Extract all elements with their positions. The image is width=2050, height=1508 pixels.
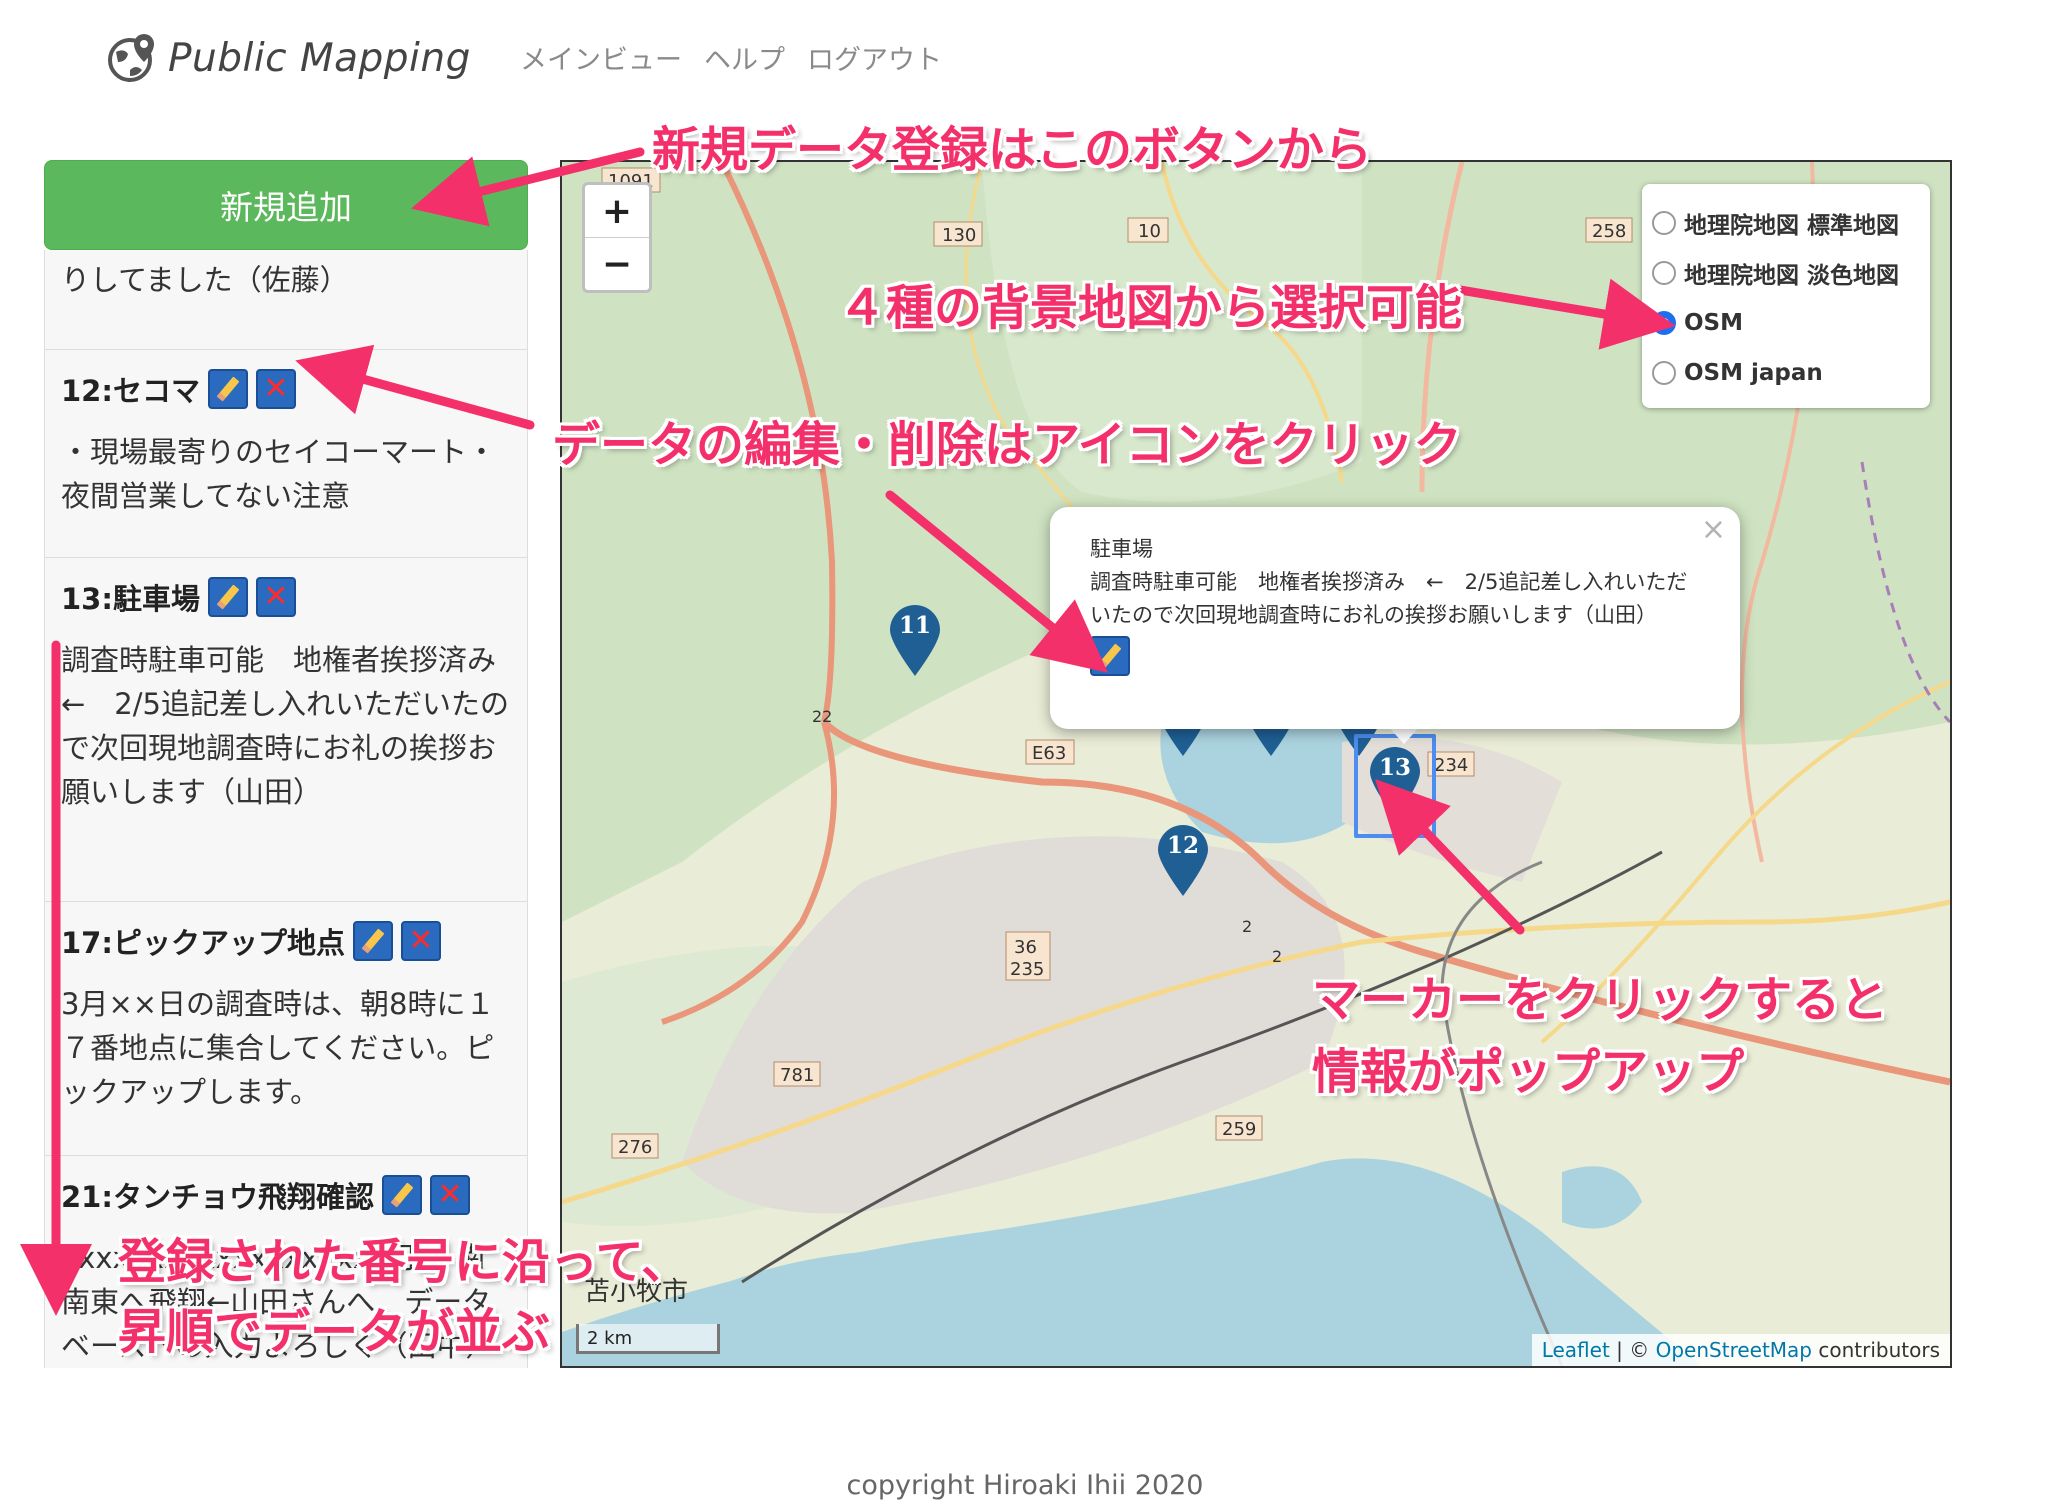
delete-icon[interactable]: ✕	[255, 369, 296, 409]
popup-text: 調査時駐車可能 地権者挨拶済み ← 2/5追記差し入れいただいたので次回現地調査…	[1090, 570, 1688, 627]
svg-text:781: 781	[780, 1065, 814, 1086]
layer-control: 地理院地図 標準地図 地理院地図 淡色地図 OSM OSM japan	[1642, 184, 1930, 408]
edit-icon[interactable]	[207, 369, 248, 409]
marker-popup: × 駐車場 調査時駐車可能 地権者挨拶済み ← 2/5追記差し入れいただいたので…	[1050, 507, 1740, 729]
list-item-body: 調査時駐車可能 地権者挨拶済み ← 2/5追記差し入れいただいたので次回現地調査…	[61, 643, 526, 809]
svg-text:258: 258	[1592, 221, 1626, 242]
list-item: 13:駐車場 ✕ 調査時駐車可能 地権者挨拶済み ← 2/5追記差し入れいただい…	[44, 558, 528, 902]
delete-icon[interactable]: ✕	[429, 1175, 470, 1215]
radio-button-selected[interactable]	[1652, 311, 1676, 335]
osm-link[interactable]: OpenStreetMap	[1656, 1338, 1812, 1362]
annotation-order-1: 登録された番号に沿って、	[118, 1234, 690, 1290]
delete-icon[interactable]: ✕	[255, 577, 296, 617]
list-item-body: 3月××日の調査時は、朝8時に１７番地点に集合してください。ピックアップします。	[61, 987, 495, 1109]
annotation-marker-1: マーカーをクリックすると	[1312, 972, 1889, 1028]
zoom-control: + −	[582, 182, 652, 293]
list-item-title: 21:タンチョウ飛翔確認	[61, 1180, 374, 1214]
globe-pin-icon	[108, 34, 154, 82]
list-item: りしてました（佐藤）	[44, 250, 528, 350]
scale-bar: 2 km	[576, 1324, 720, 1354]
edit-icon[interactable]	[1090, 636, 1130, 676]
edit-icon[interactable]	[207, 577, 248, 617]
svg-text:2: 2	[1242, 917, 1252, 936]
list-item-title: 12:セコマ	[61, 374, 200, 408]
brand-name: Public Mapping	[168, 35, 471, 81]
svg-text:2: 2	[1272, 947, 1282, 966]
sidebar: 新規追加 りしてました（佐藤） 12:セコマ ✕ ・現場最寄りのセイコーマート・…	[44, 160, 528, 1368]
nav-help[interactable]: ヘルプ	[704, 38, 785, 77]
svg-text:130: 130	[942, 225, 976, 246]
brand[interactable]: Public Mapping	[104, 28, 471, 88]
list-item-title: 17:ピックアップ地点	[61, 926, 345, 960]
svg-text:234: 234	[1434, 755, 1468, 776]
svg-text:259: 259	[1222, 1119, 1256, 1140]
annotation-add-button: 新規データ登録はこのボタンから	[652, 122, 1373, 178]
annotation-layers: ４種の背景地図から選択可能	[838, 280, 1463, 336]
svg-text:276: 276	[618, 1137, 652, 1158]
map-marker-11[interactable]: 11	[886, 602, 944, 678]
radio-button[interactable]	[1652, 261, 1676, 285]
map-marker-13[interactable]: 13	[1366, 744, 1424, 820]
layer-option-osm-japan[interactable]: OSM japan	[1652, 348, 1920, 398]
list-item: 17:ピックアップ地点 ✕ 3月××日の調査時は、朝8時に１７番地点に集合してく…	[44, 902, 528, 1156]
list-item-title: 13:駐車場	[61, 582, 200, 616]
annotation-edit-delete: データの編集・削除はアイコンをクリック	[552, 417, 1462, 473]
annotation-order-2: 昇順でデータが並ぶ	[118, 1304, 551, 1360]
layer-option-osm[interactable]: OSM	[1652, 298, 1920, 348]
annotation-marker-2: 情報がポップアップ	[1312, 1044, 1745, 1100]
attribution: Leaflet | © OpenStreetMap contributors	[1531, 1334, 1950, 1366]
footer-copyright: copyright Hiroaki Ihii 2020	[846, 1470, 1204, 1501]
list-item-body: ・現場最寄りのセイコーマート・夜間営業してない注意	[61, 435, 497, 513]
svg-text:E63: E63	[1032, 743, 1066, 764]
leaflet-link[interactable]: Leaflet	[1542, 1338, 1610, 1362]
top-nav: メインビュー ヘルプ ログアウト	[520, 38, 942, 77]
add-new-button[interactable]: 新規追加	[44, 160, 528, 250]
map-marker-12[interactable]: 12	[1154, 822, 1212, 898]
svg-text:22: 22	[812, 707, 832, 726]
zoom-out-button[interactable]: −	[585, 237, 649, 290]
layer-option-gsi-standard[interactable]: 地理院地図 標準地図	[1652, 198, 1920, 248]
nav-main-view[interactable]: メインビュー	[520, 38, 682, 77]
edit-icon[interactable]	[352, 921, 393, 961]
popup-title: 駐車場	[1090, 537, 1153, 561]
svg-text:10: 10	[1138, 221, 1161, 242]
radio-button[interactable]	[1652, 361, 1676, 385]
svg-text:36: 36	[1014, 937, 1037, 958]
edit-icon[interactable]	[381, 1175, 422, 1215]
layer-option-gsi-pale[interactable]: 地理院地図 淡色地図	[1652, 248, 1920, 298]
delete-icon[interactable]: ✕	[400, 921, 441, 961]
nav-logout[interactable]: ログアウト	[807, 38, 942, 77]
svg-text:235: 235	[1010, 959, 1044, 980]
close-icon[interactable]: ×	[1701, 513, 1726, 546]
list-item-body: りしてました（佐藤）	[61, 263, 349, 297]
radio-button[interactable]	[1652, 211, 1676, 235]
zoom-in-button[interactable]: +	[585, 185, 649, 237]
map[interactable]: 1091 130 10 258 22 E63 234 36235 781 276…	[560, 160, 1952, 1368]
data-list[interactable]: りしてました（佐藤） 12:セコマ ✕ ・現場最寄りのセイコーマート・夜間営業し…	[44, 250, 528, 1368]
list-item: 12:セコマ ✕ ・現場最寄りのセイコーマート・夜間営業してない注意	[44, 350, 528, 558]
